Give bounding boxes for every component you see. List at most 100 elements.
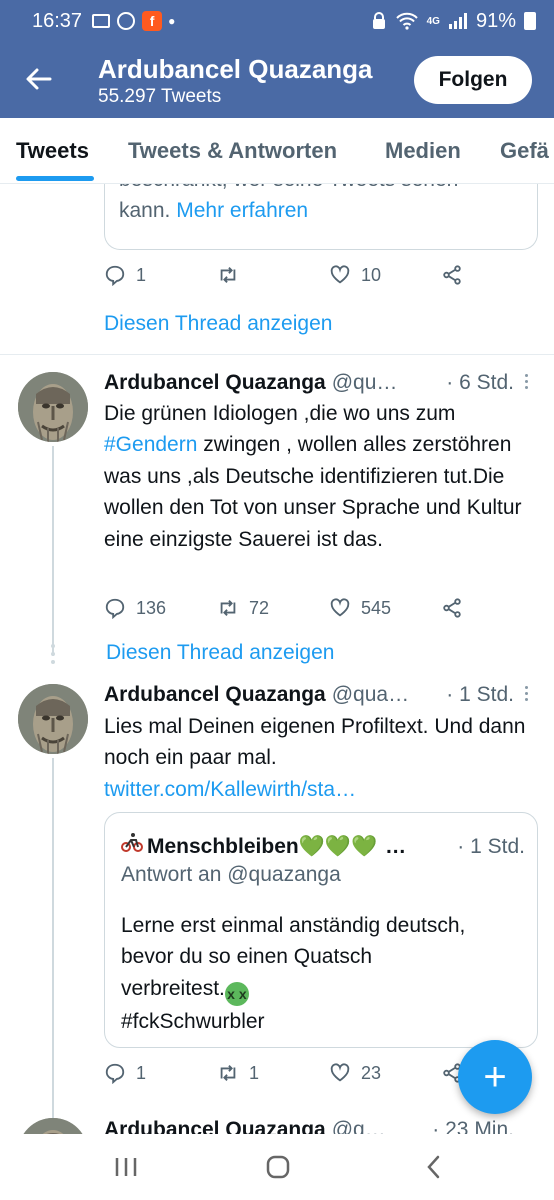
system-navigation-bar bbox=[0, 1134, 554, 1200]
back-arrow-icon[interactable] bbox=[24, 64, 54, 94]
retweet-action[interactable]: 72 bbox=[217, 597, 269, 619]
learn-more-link[interactable]: Mehr erfahren bbox=[176, 199, 308, 222]
tab-media[interactable]: Medien bbox=[385, 138, 461, 164]
retweet-icon bbox=[220, 600, 236, 616]
more-notifications-dot-icon: ● bbox=[168, 14, 176, 28]
author-handle[interactable]: @qu… bbox=[332, 371, 398, 395]
reply-icon bbox=[105, 1063, 125, 1084]
cyclist-icon bbox=[121, 833, 143, 852]
signal-icon bbox=[448, 13, 467, 29]
more-options-icon[interactable] bbox=[524, 374, 530, 392]
show-thread-link[interactable]: Diesen Thread anzeigen bbox=[106, 641, 334, 665]
tweet-time[interactable]: · 6 Std. bbox=[446, 371, 514, 395]
notice-line2: kann. Mehr erfahren bbox=[119, 195, 523, 226]
quoted-text-line: Lerne erst einmal anständig deutsch, bbox=[121, 914, 466, 937]
like-action[interactable]: 23 bbox=[329, 1062, 381, 1084]
network-type: 4G bbox=[426, 15, 440, 27]
quoted-tweet-header: Menschbleiben💚💚💚 … · 1 Std. bbox=[121, 831, 525, 859]
like-action[interactable]: 10 bbox=[329, 264, 381, 286]
retweet-icon bbox=[220, 1065, 236, 1081]
profile-tabs: Tweets Tweets & Antworten Medien Gefä bbox=[0, 118, 554, 184]
quoted-text-line: verbreitest. x x bbox=[121, 973, 525, 1006]
status-time: 16:37 bbox=[32, 9, 83, 32]
reply-action[interactable]: 136 bbox=[104, 597, 166, 619]
reply-action[interactable]: 1 bbox=[104, 1062, 146, 1084]
compose-tweet-button[interactable]: + bbox=[458, 1040, 532, 1114]
author-name[interactable]: Ardubancel Quazanga bbox=[104, 371, 326, 395]
active-tab-indicator bbox=[16, 176, 94, 181]
tab-likes[interactable]: Gefä bbox=[500, 138, 549, 164]
recent-apps-icon[interactable] bbox=[110, 1152, 142, 1182]
thread-line bbox=[52, 758, 54, 1118]
retweet-action[interactable]: 1 bbox=[217, 1062, 259, 1084]
like-action[interactable]: 545 bbox=[329, 597, 391, 619]
restricted-notice-card: beschränkt, wer seine Tweets sehen kann.… bbox=[104, 184, 538, 250]
whatsapp-icon bbox=[117, 12, 136, 30]
follow-button[interactable]: Folgen bbox=[414, 56, 532, 104]
wooden-face-avatar-image bbox=[18, 684, 88, 754]
retweet-count: 72 bbox=[249, 597, 270, 618]
share-icon bbox=[443, 598, 461, 618]
tweet-text: Lies mal Deinen eigenen Profiltext. Und … bbox=[104, 711, 534, 805]
tab-tweets[interactable]: Tweets bbox=[16, 138, 89, 164]
quoted-tweet-time: · 1 Std. bbox=[457, 835, 525, 858]
timeline[interactable]: beschränkt, wer seine Tweets sehen kann.… bbox=[0, 184, 554, 1134]
hashtag-link[interactable]: #Gendern bbox=[104, 433, 197, 456]
tweet-time[interactable]: · 23 Min. bbox=[432, 1118, 514, 1134]
share-action[interactable] bbox=[441, 597, 463, 619]
wooden-face-avatar-image bbox=[18, 1118, 88, 1134]
tweet-link[interactable]: twitter.com/Kallewirth/sta… bbox=[104, 774, 534, 805]
status-right: 4G 91% bbox=[371, 10, 536, 33]
quoted-author-name: Menschbleiben💚💚💚 bbox=[147, 835, 378, 858]
reply-count: 1 bbox=[136, 1062, 147, 1083]
reply-icon bbox=[105, 598, 125, 619]
tweet-header: Ardubancel Quazanga @qu… · 6 Std. bbox=[104, 371, 534, 395]
like-count: 23 bbox=[361, 1062, 382, 1083]
tweet-text: Die grünen Idiologen ,die wo uns zum #Ge… bbox=[104, 398, 534, 555]
retweet-action[interactable] bbox=[217, 264, 249, 286]
share-action[interactable] bbox=[441, 264, 463, 286]
author-name[interactable]: Ardubancel Quazanga bbox=[104, 683, 326, 707]
status-bar: 16:37 f ● 4G 91% bbox=[0, 0, 554, 42]
back-nav-icon[interactable] bbox=[418, 1152, 450, 1182]
app-notification-icon: f bbox=[142, 11, 163, 31]
tweet-body: Lies mal Deinen eigenen Profiltext. Und … bbox=[104, 715, 526, 770]
tweet-time[interactable]: · 1 Std. bbox=[446, 683, 514, 707]
quoted-text-line: bevor du so einen Quatsch bbox=[121, 945, 372, 969]
quoted-hashtag: #fckSchwurbler bbox=[121, 1009, 265, 1033]
heart-icon bbox=[330, 265, 350, 284]
quoted-name-ellipsis: … bbox=[385, 835, 407, 858]
reply-icon bbox=[105, 265, 125, 286]
reply-count: 1 bbox=[136, 264, 147, 285]
wooden-face-avatar-image bbox=[18, 372, 88, 442]
thread-gap-dots bbox=[51, 644, 55, 668]
author-name[interactable]: Ardubancel Quazanga bbox=[104, 1118, 326, 1134]
tab-tweets-and-replies[interactable]: Tweets & Antworten bbox=[128, 138, 337, 164]
notification-icons: f ● bbox=[92, 11, 175, 31]
notice-line1: beschränkt, wer seine Tweets sehen bbox=[119, 184, 523, 195]
share-icon bbox=[443, 265, 461, 285]
like-count: 545 bbox=[361, 597, 392, 618]
tweet-header: Ardubancel Quazanga @q… · 23 Min. bbox=[104, 1118, 534, 1134]
quoted-tweet-card[interactable]: Menschbleiben💚💚💚 … · 1 Std. Antwort an @… bbox=[104, 812, 538, 1048]
avatar[interactable] bbox=[18, 372, 88, 442]
tweet-divider bbox=[0, 354, 554, 355]
author-handle[interactable]: @qua… bbox=[332, 683, 409, 707]
show-thread-link[interactable]: Diesen Thread anzeigen bbox=[104, 312, 332, 336]
home-icon[interactable] bbox=[262, 1152, 294, 1182]
tweet-count: 55.297 Tweets bbox=[98, 86, 222, 107]
battery-icon bbox=[524, 12, 536, 30]
tweet-actions: 136 72 545 bbox=[104, 595, 464, 625]
tweet-actions: 1 10 bbox=[104, 262, 464, 292]
more-options-icon[interactable] bbox=[524, 686, 530, 704]
mail-icon bbox=[92, 14, 111, 28]
author-handle[interactable]: @q… bbox=[332, 1118, 386, 1134]
nauseated-face-emoji-icon: x x bbox=[224, 981, 249, 1006]
heart-icon bbox=[330, 1063, 350, 1082]
notice-text: kann. bbox=[119, 199, 177, 222]
reply-action[interactable]: 1 bbox=[104, 264, 146, 286]
thread-line bbox=[52, 446, 54, 656]
battery-level: 91% bbox=[475, 9, 516, 32]
avatar[interactable] bbox=[18, 684, 88, 754]
avatar[interactable] bbox=[18, 1118, 88, 1134]
